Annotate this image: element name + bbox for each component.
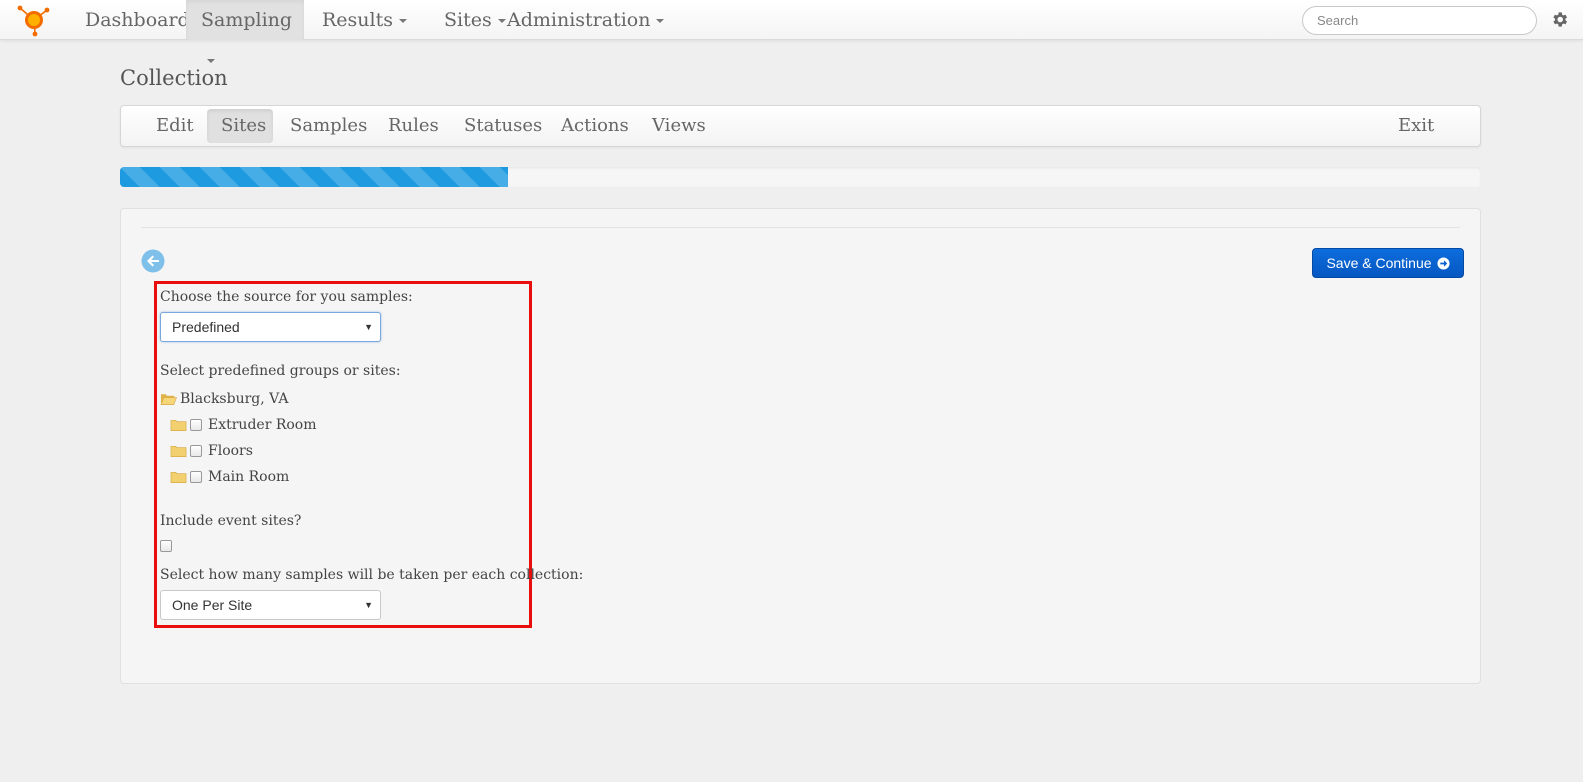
- tree-item-floors: Floors: [170, 443, 253, 459]
- collection-tabs: Edit Sites Samples Rules Statuses Action…: [120, 105, 1481, 147]
- source-label: Choose the source for you samples:: [160, 289, 413, 305]
- select-arrow-icon: ▼: [364, 322, 373, 332]
- source-select[interactable]: Predefined ▼: [160, 312, 381, 342]
- tree-item-label: Floors: [208, 443, 253, 459]
- wizard-progress: [120, 167, 1481, 187]
- tree-root-label: Blacksburg, VA: [180, 391, 289, 407]
- tree-root[interactable]: Blacksburg, VA: [160, 391, 288, 407]
- save-continue-label: Save & Continue: [1326, 255, 1432, 271]
- samples-select-value: One Per Site: [172, 597, 253, 613]
- nav-results[interactable]: Results: [307, 0, 422, 40]
- arrow-circle-right-icon: [1436, 256, 1450, 270]
- caret-down-icon: [207, 59, 215, 63]
- tab-samples[interactable]: Samples: [276, 109, 381, 143]
- select-arrow-icon: ▼: [364, 600, 373, 610]
- search-input[interactable]: [1302, 6, 1537, 35]
- nav-sampling[interactable]: Sampling: [186, 0, 304, 63]
- exit-label: Exit: [1398, 115, 1435, 136]
- tab-edit-label: Edit: [156, 115, 194, 136]
- tab-actions-label: Actions: [561, 115, 629, 136]
- folder-open-icon: [160, 394, 177, 405]
- floors-checkbox[interactable]: [190, 445, 202, 457]
- nav-dashboard-label: Dashboard: [85, 9, 190, 31]
- main-room-checkbox[interactable]: [190, 471, 202, 483]
- tree-item-main-room: Main Room: [170, 469, 289, 485]
- app-logo-icon[interactable]: [14, 3, 54, 37]
- samples-per-collection-select[interactable]: One Per Site ▼: [160, 590, 381, 620]
- page-title: Collection: [120, 66, 228, 90]
- tree-item-extruder-room: Extruder Room: [170, 417, 317, 433]
- groups-label: Select predefined groups or sites:: [160, 363, 401, 379]
- tab-samples-label: Samples: [290, 115, 368, 136]
- nav-results-label: Results: [322, 9, 393, 31]
- tab-actions[interactable]: Actions: [547, 109, 643, 143]
- tab-views-label: Views: [652, 115, 706, 136]
- top-navbar: Dashboard Sampling Results Sites Adminis…: [0, 0, 1583, 63]
- nav-administration[interactable]: Administration: [492, 0, 679, 40]
- nav-sites-label: Sites: [444, 9, 492, 31]
- extruder-room-checkbox[interactable]: [190, 419, 202, 431]
- tab-views[interactable]: Views: [638, 109, 720, 143]
- folder-icon: [170, 471, 187, 483]
- tab-sites-label: Sites: [221, 115, 267, 136]
- nav-sampling-label: Sampling: [201, 9, 293, 31]
- tab-edit[interactable]: Edit: [142, 109, 208, 143]
- tab-statuses[interactable]: Statuses: [450, 109, 556, 143]
- tree-item-label: Extruder Room: [208, 417, 317, 433]
- gear-icon[interactable]: [1550, 10, 1569, 29]
- panel-divider: [141, 227, 1460, 228]
- folder-icon: [170, 445, 187, 457]
- event-sites-checkbox[interactable]: [160, 540, 172, 552]
- tab-rules-label: Rules: [388, 115, 439, 136]
- nav-dashboard[interactable]: Dashboard: [70, 0, 205, 40]
- source-select-value: Predefined: [172, 319, 240, 335]
- event-sites-label: Include event sites?: [160, 513, 302, 529]
- caret-down-icon: [399, 19, 407, 23]
- exit-link[interactable]: Exit: [1384, 109, 1448, 143]
- back-arrow-icon[interactable]: [141, 249, 165, 273]
- caret-down-icon: [656, 19, 665, 23]
- sites-panel: Save & Continue Choose the source for yo…: [120, 208, 1481, 684]
- tree-item-label: Main Room: [208, 469, 290, 485]
- nav-administration-label: Administration: [507, 9, 651, 31]
- wizard-progress-fill: [120, 167, 508, 187]
- folder-icon: [170, 419, 187, 431]
- tab-statuses-label: Statuses: [464, 115, 543, 136]
- save-continue-button[interactable]: Save & Continue: [1312, 248, 1464, 278]
- tab-rules[interactable]: Rules: [374, 109, 453, 143]
- samples-per-collection-label: Select how many samples will be taken pe…: [160, 567, 584, 583]
- tab-sites[interactable]: Sites: [207, 109, 273, 143]
